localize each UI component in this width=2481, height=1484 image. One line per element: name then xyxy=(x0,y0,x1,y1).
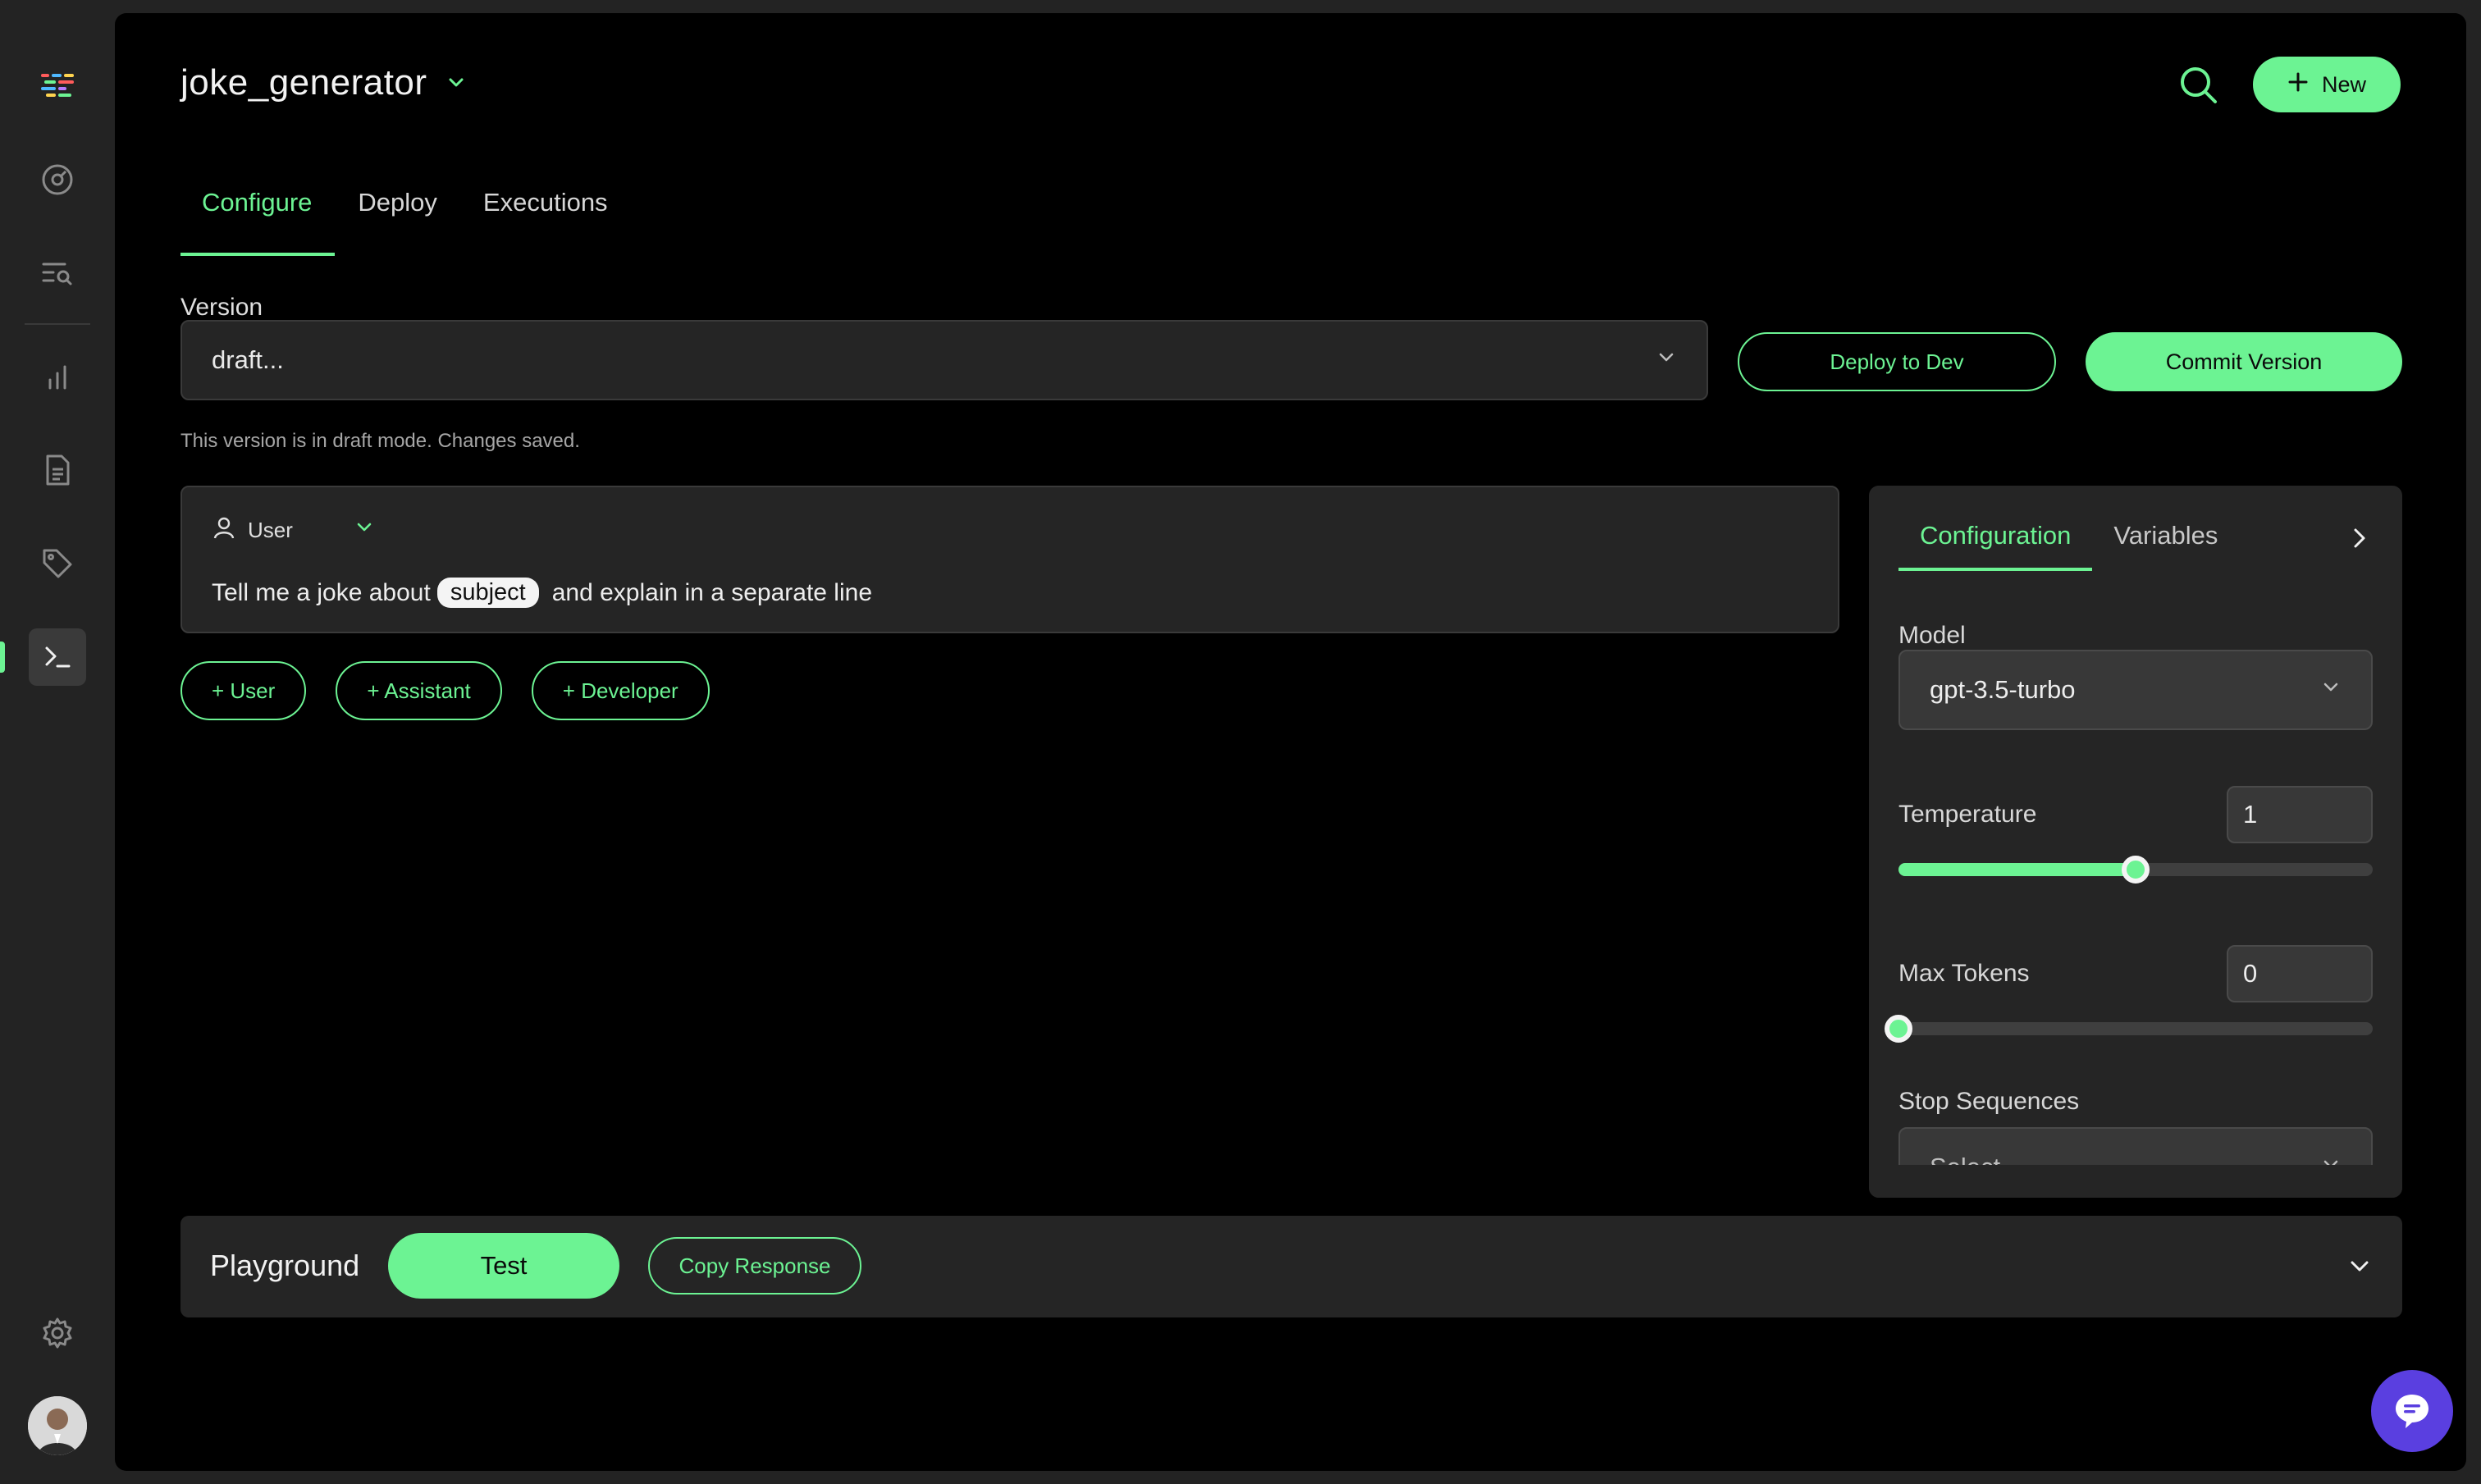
tab-configure[interactable]: Configure xyxy=(180,174,336,256)
search-icon[interactable] xyxy=(2177,64,2220,107)
stop-sequences-label: Stop Sequences xyxy=(1898,1088,2080,1115)
role-label: User xyxy=(248,518,293,542)
add-message-row: + User + Assistant + Developer xyxy=(180,661,710,720)
new-button[interactable]: New xyxy=(2253,57,2401,112)
add-developer-button[interactable]: + Developer xyxy=(531,661,710,720)
temperature-input[interactable]: 1 xyxy=(2227,786,2373,843)
chevron-down-icon xyxy=(2320,675,2342,705)
configuration-panel: Configuration Variables Model gpt-3.5-tu… xyxy=(1869,486,2402,1198)
temperature-slider-thumb[interactable] xyxy=(2122,856,2150,884)
chevron-down-icon xyxy=(354,517,375,544)
chevron-down-icon[interactable] xyxy=(445,72,467,94)
version-value: draft... xyxy=(212,345,284,374)
tab-variables[interactable]: Variables xyxy=(2092,510,2239,561)
message-content[interactable]: Tell me a joke about subject and explain i… xyxy=(212,578,872,608)
playground-title: Playground xyxy=(210,1249,360,1282)
temperature-slider-fill xyxy=(1898,863,2136,876)
chevron-down-icon xyxy=(1656,345,1677,375)
user-avatar[interactable] xyxy=(28,1396,87,1455)
add-user-button[interactable]: + User xyxy=(180,661,307,720)
terminal-icon[interactable] xyxy=(29,628,86,686)
deploy-to-dev-button[interactable]: Deploy to Dev xyxy=(1738,332,2056,391)
bar-chart-icon[interactable] xyxy=(29,349,86,406)
model-select[interactable]: gpt-3.5-turbo xyxy=(1898,650,2373,730)
sidebar-divider xyxy=(25,323,90,325)
chat-support-icon[interactable] xyxy=(2371,1370,2453,1452)
tab-deploy[interactable]: Deploy xyxy=(335,174,460,244)
max-tokens-slider-thumb[interactable] xyxy=(1885,1015,1912,1043)
user-icon xyxy=(212,515,236,546)
copy-response-button[interactable]: Copy Response xyxy=(648,1237,861,1295)
logo-icon[interactable] xyxy=(29,56,86,113)
playground-bar: Playground Test Copy Response xyxy=(180,1216,2402,1317)
variable-chip[interactable]: subject xyxy=(436,578,539,608)
add-assistant-button[interactable]: + Assistant xyxy=(336,661,502,720)
tag-icon[interactable] xyxy=(29,535,86,592)
model-label: Model xyxy=(1898,622,1966,649)
main-panel: joke_generator New Configure Deploy Exec… xyxy=(115,13,2466,1471)
max-tokens-input[interactable]: 0 xyxy=(2227,945,2373,1002)
settings-gear-icon[interactable] xyxy=(29,1304,86,1362)
message-card[interactable]: User Tell me a joke about subject and expl… xyxy=(180,486,1839,633)
tab-executions[interactable]: Executions xyxy=(460,174,631,244)
tab-configuration[interactable]: Configuration xyxy=(1898,510,2093,571)
version-label: Version xyxy=(180,294,263,321)
panel-scroll-fade xyxy=(1869,1165,2402,1198)
chevron-right-icon[interactable] xyxy=(2345,523,2374,553)
commit-version-button[interactable]: Commit Version xyxy=(2086,332,2402,391)
version-status-note: This version is in draft mode. Changes s… xyxy=(180,430,580,452)
version-select[interactable]: draft... xyxy=(180,320,1708,400)
model-value: gpt-3.5-turbo xyxy=(1930,675,2076,704)
document-icon[interactable] xyxy=(29,441,86,499)
chevron-down-icon[interactable] xyxy=(2346,1253,2373,1280)
temperature-slider[interactable] xyxy=(1898,856,2373,884)
new-button-label: New xyxy=(2321,71,2366,97)
test-button[interactable]: Test xyxy=(388,1233,619,1299)
dashboard-gauge-icon[interactable] xyxy=(29,151,86,208)
config-tabs: Configuration Variables xyxy=(1898,510,2239,571)
page-title: joke_generator xyxy=(180,62,427,103)
max-tokens-slider[interactable] xyxy=(1885,1015,2373,1043)
message-text-before: Tell me a joke about xyxy=(212,578,431,606)
max-tokens-label: Max Tokens xyxy=(1898,960,2030,987)
message-text-after: and explain in a separate line xyxy=(551,578,872,606)
active-indicator xyxy=(0,642,5,673)
plus-icon xyxy=(2287,71,2309,98)
search-list-icon[interactable] xyxy=(29,244,86,302)
title-row: joke_generator xyxy=(180,62,467,103)
main-tabs: Configure Deploy Executions xyxy=(180,174,631,256)
temperature-label: Temperature xyxy=(1898,801,2037,828)
role-selector[interactable]: User xyxy=(212,515,375,546)
sidebar xyxy=(0,0,115,1484)
